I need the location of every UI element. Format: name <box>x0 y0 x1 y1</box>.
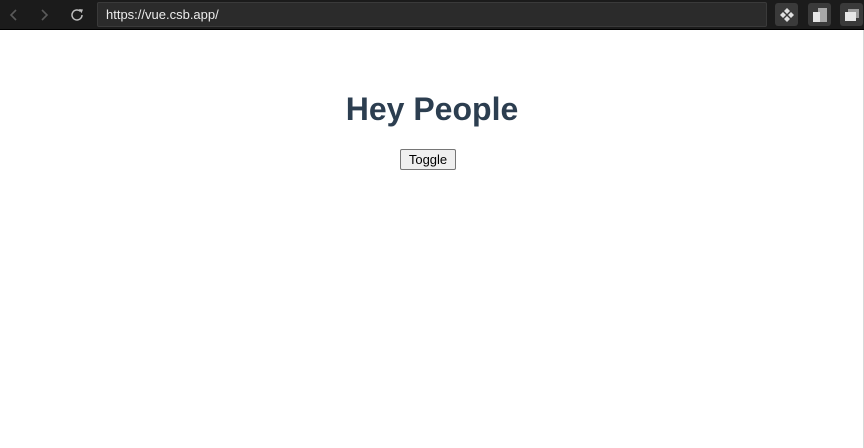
panels-button[interactable] <box>808 3 831 26</box>
back-icon <box>9 9 17 21</box>
back-button[interactable] <box>4 5 24 25</box>
windows-icon <box>844 8 859 21</box>
toggle-button[interactable]: Toggle <box>400 149 456 170</box>
reload-button[interactable] <box>67 5 87 25</box>
address-bar[interactable]: https://vue.csb.app/ <box>97 2 767 27</box>
windows-button[interactable] <box>840 3 863 26</box>
app-root: Hey People Toggle <box>0 30 864 448</box>
forward-button[interactable] <box>34 5 54 25</box>
forward-icon <box>41 9 49 21</box>
extension-button[interactable] <box>775 3 798 26</box>
browser-toolbar: https://vue.csb.app/ <box>0 0 864 30</box>
panels-icon <box>812 7 827 22</box>
page-title: Hey People <box>345 91 519 127</box>
url-text: https://vue.csb.app/ <box>106 7 219 22</box>
reload-icon <box>71 9 83 21</box>
extension-icon <box>779 7 794 22</box>
